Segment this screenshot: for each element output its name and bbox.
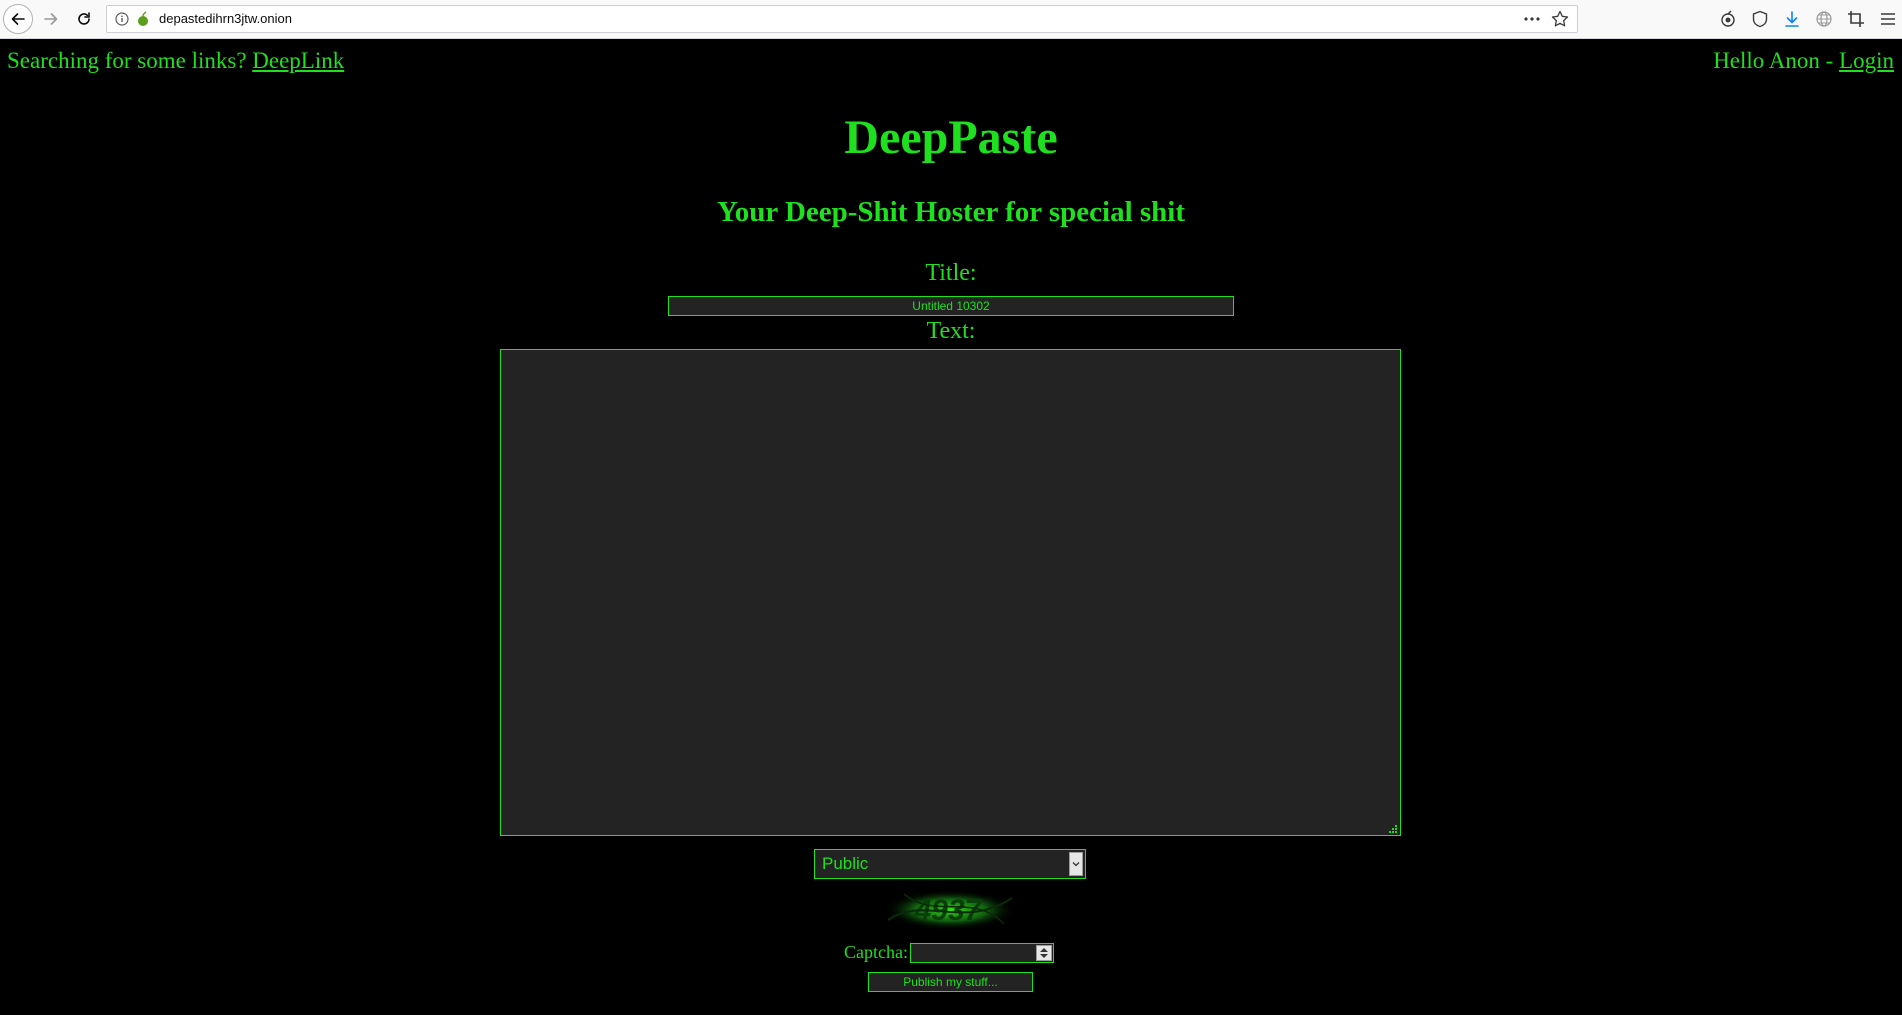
menu-icon[interactable] xyxy=(1878,8,1898,30)
arrow-right-icon xyxy=(44,13,58,25)
publish-button[interactable]: Publish my stuff... xyxy=(868,972,1033,992)
visibility-selected-value: Public xyxy=(822,854,869,873)
login-link[interactable]: Login xyxy=(1839,48,1894,73)
title-label: Title: xyxy=(925,260,977,286)
spin-up-icon[interactable] xyxy=(1040,948,1048,952)
info-icon[interactable] xyxy=(115,12,129,31)
text-label: Text: xyxy=(926,318,976,344)
spin-down-icon[interactable] xyxy=(1040,954,1048,958)
search-promo-text: Searching for some links? xyxy=(7,48,247,73)
download-icon[interactable] xyxy=(1782,8,1802,30)
reload-button[interactable] xyxy=(69,4,99,34)
visibility-select[interactable]: Public xyxy=(814,849,1086,879)
shield-icon[interactable] xyxy=(1750,8,1770,30)
user-greeting: Hello Anon - Login xyxy=(1713,48,1894,74)
resize-grip-icon[interactable] xyxy=(1388,824,1398,834)
browser-toolbar: depastedihrn3jtw.onion xyxy=(0,0,1902,39)
chevron-down-icon[interactable] xyxy=(1069,852,1083,876)
search-promo: Searching for some links? DeepLink xyxy=(7,48,344,74)
deeplink-link[interactable]: DeepLink xyxy=(252,48,344,73)
bookmark-star-icon[interactable] xyxy=(1551,10,1569,33)
greeting-text: Hello Anon - xyxy=(1713,48,1834,73)
onion-icon[interactable] xyxy=(135,11,151,32)
site-title: DeepPaste xyxy=(844,111,1058,164)
captcha-label: Captcha: xyxy=(844,942,908,962)
back-button[interactable] xyxy=(3,4,33,34)
paste-text-area[interactable] xyxy=(500,349,1401,836)
screenshot-crop-icon[interactable] xyxy=(1846,8,1866,30)
url-text[interactable]: depastedihrn3jtw.onion xyxy=(159,11,292,26)
captcha-spinner[interactable] xyxy=(1036,945,1052,961)
captcha-image: 4937 xyxy=(884,890,1016,930)
reload-icon xyxy=(78,12,90,25)
site-tagline: Your Deep-Shit Hoster for special shit xyxy=(716,196,1186,228)
captcha-input[interactable] xyxy=(910,943,1054,963)
arrow-left-icon xyxy=(11,13,25,25)
url-bar[interactable]: depastedihrn3jtw.onion xyxy=(106,5,1578,33)
forward-button[interactable] xyxy=(36,4,66,34)
title-input[interactable] xyxy=(668,296,1234,316)
page-actions-icon[interactable] xyxy=(1523,10,1541,33)
globe-icon[interactable] xyxy=(1814,8,1834,30)
tor-circuit-icon[interactable] xyxy=(1718,8,1738,30)
